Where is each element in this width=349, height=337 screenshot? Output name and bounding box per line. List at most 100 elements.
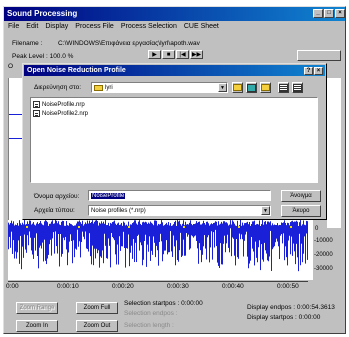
wave-sample [84,224,85,240]
wave-sample [61,221,62,257]
wave-sample [94,221,95,249]
wave-sample [89,220,90,234]
menu-process-file[interactable]: Process File [75,23,114,30]
wave-sample [190,220,191,249]
list-view-icon[interactable] [278,82,289,93]
wave-sample [64,225,65,241]
wave-sample [172,225,173,257]
dialog-filename-input[interactable]: NoiseProfile [88,190,271,201]
dialog-close-button[interactable]: × [314,67,323,75]
file-list[interactable]: NoiseProfile.nrp NoiseProfile2.nrp [30,97,318,183]
file-item[interactable]: NoiseProfile.nrp [33,100,315,109]
wave-sample [187,224,188,237]
wave-sample [26,224,27,253]
wave-sample [216,221,217,247]
chevron-down-icon[interactable]: ▼ [218,83,227,92]
wave-sample [52,220,53,239]
zoom-in-button[interactable]: Zoom In [16,320,58,332]
file-icon [33,101,40,108]
wave-sample [230,220,231,229]
wave-sample [207,221,208,238]
wave-sample [249,222,250,264]
wave-sample [211,223,212,232]
wave-sample [118,222,119,265]
wave-sample [83,225,84,237]
dialog-help-button[interactable]: ? [304,67,313,75]
rewind-button[interactable]: |◀ [176,50,189,59]
wave-sample [285,222,286,247]
lookin-dropdown[interactable]: lyri ▼ [91,82,228,93]
y-tick-1: -10000 [314,238,333,244]
wave-sample [214,222,215,248]
dialog-filetype-select[interactable]: Noise profiles (*.nrp) ▼ [88,205,271,216]
wave-sample [234,223,235,256]
wave-sample [227,223,228,235]
zoom-out-button[interactable]: Zoom Out [76,320,118,332]
wave-sample [121,222,122,247]
dialog-filename-label: Όνομα αρχείου: [34,193,80,200]
wave-sample [292,220,293,256]
desktop-icon[interactable] [246,82,257,93]
zoom-range-button[interactable]: Zoom Range [16,302,58,314]
dialog-filetype-value: Noise profiles (*.nrp) [91,207,146,214]
dialog-filetype-label: Αρχεία τύπου: [34,207,75,214]
wave-sample [274,224,275,247]
play-button[interactable]: ▶ [148,50,161,59]
wave-sample [104,223,105,234]
wave-sample [262,220,263,260]
wave-sample [248,224,249,269]
minimize-button[interactable]: _ [313,9,323,18]
wave-sample [284,220,285,261]
waveform-view[interactable] [8,220,313,280]
wave-sample [142,222,143,266]
cancel-button[interactable]: Άκυρο [281,205,321,217]
wave-sample [240,220,241,240]
selection-endpos: Selection endpos : [124,310,178,317]
wave-sample [168,222,169,253]
up-folder-icon[interactable] [232,82,243,93]
wave-sample [306,220,307,234]
wave-sample [81,223,82,243]
details-view-icon[interactable] [292,82,303,93]
open-button[interactable]: Άνοιγμα [281,190,321,202]
wave-sample [107,224,108,259]
wave-sample [141,225,142,246]
wave-sample [299,222,300,234]
menu-display[interactable]: Display [45,23,68,30]
menu-edit[interactable]: Edit [26,23,38,30]
wave-sample [60,225,61,235]
stop-button[interactable]: ■ [162,50,175,59]
wave-sample [206,221,207,260]
menu-cue-sheet[interactable]: CUE Sheet [184,23,219,30]
menu-process-selection[interactable]: Process Selection [121,23,177,30]
wave-sample [145,221,146,235]
right-disabled-button[interactable] [297,50,341,61]
wave-sample [28,223,29,246]
marker-dot [183,226,185,228]
fast-forward-button[interactable]: ▶▶ [190,50,203,59]
maximize-button[interactable]: □ [324,9,334,18]
wave-sample [244,223,245,241]
close-button[interactable]: × [335,9,345,18]
wave-sample [275,225,276,243]
dialog-title: Open Noise Reduction Profile [24,65,325,76]
wave-sample [237,220,238,258]
menu-file[interactable]: File [8,23,19,30]
wave-sample [130,224,131,253]
wave-sample [224,221,225,236]
zoom-full-button[interactable]: Zoom Full [76,302,118,314]
window-title: Sound Processing [4,7,345,21]
wave-sample [73,225,74,241]
wave-sample [51,221,52,256]
file-item[interactable]: NoiseProfile2.nrp [33,109,315,118]
chevron-down-icon[interactable]: ▼ [261,206,270,215]
wave-sample [175,220,176,266]
wave-sample [215,221,216,230]
wave-sample [236,225,237,240]
wave-sample [199,221,200,244]
wave-sample [155,220,156,258]
wave-sample [40,220,41,246]
new-folder-icon[interactable] [260,82,271,93]
wave-sample [204,223,205,236]
wave-sample [13,221,14,241]
